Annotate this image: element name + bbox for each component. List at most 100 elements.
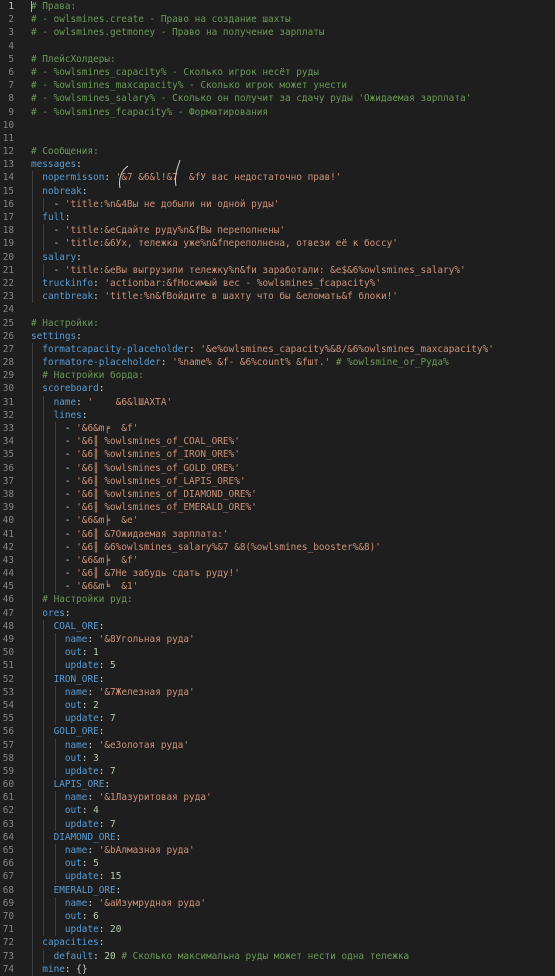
code-line[interactable]: 7 # - %owlsmines_maxcapacity% - Сколько и… xyxy=(0,79,555,92)
code-line[interactable]: 33 - '&6&m╒ &f' xyxy=(0,422,555,436)
code-line[interactable]: 57 name: '&eЗолотая руда' xyxy=(0,738,555,752)
code-line[interactable]: 66 out: 5 xyxy=(0,857,555,871)
code-line[interactable]: 50 out: 1 xyxy=(0,646,555,660)
line-content: scoreboard: xyxy=(31,382,104,395)
code-line[interactable]: 59 update: 7 xyxy=(0,764,555,779)
code-line[interactable]: 24 xyxy=(0,303,555,316)
code-line[interactable]: 28 formatore-placeholder: '%name% &f- &6… xyxy=(0,356,555,370)
code-line[interactable]: 48 COAL_ORE: xyxy=(0,619,555,633)
code-line[interactable]: 34 - '&6║ %owlsmines_of_COAL_ORE%' xyxy=(0,435,555,449)
code-line[interactable]: 55 update: 7 xyxy=(0,712,555,726)
code-line[interactable]: 1 # Права: xyxy=(0,0,555,13)
code-line[interactable]: 20 salary: xyxy=(0,250,555,264)
line-content: update: 15 xyxy=(31,870,121,883)
token: scoreboard xyxy=(42,383,99,395)
code-line[interactable]: 8 # - %owlsmines_salary% - Сколько он пол… xyxy=(0,92,555,105)
code-line[interactable]: 65 name: '&bАлмазная руда' xyxy=(0,844,555,858)
code-line[interactable]: 13 messages: xyxy=(0,158,555,171)
code-line[interactable]: 43 - '&6&m╞ &f' xyxy=(0,553,555,568)
code-line[interactable]: 44 - '&6║ &7Не забудь сдать руду!' xyxy=(0,567,555,581)
code-line[interactable]: 27 formatcapacity-placeholder: '&e%owlsm… xyxy=(0,342,555,357)
code-line[interactable]: 11 xyxy=(0,132,555,145)
code-line[interactable]: 4 xyxy=(0,40,555,53)
code-line[interactable]: 67 update: 15 xyxy=(0,870,555,884)
token: : xyxy=(81,647,94,659)
code-line[interactable]: 36 - '&6║ %owlsmines_of_GOLD_ORE%' xyxy=(0,461,555,475)
code-line[interactable]: 25 # Настройки: xyxy=(0,317,555,330)
line-content: - '&6║ %owlsmines_of_COAL_ORE%' xyxy=(31,435,240,448)
code-line[interactable]: 16 - 'title:%n&4Вы не добыли ни одной ру… xyxy=(0,197,555,211)
code-line[interactable]: 39 - '&6║ %owlsmines_of_EMERALD_ORE%' xyxy=(0,501,555,515)
token: '&e%owlsmines_capacity%&8/&6%owlsmines_m… xyxy=(200,343,494,355)
code-line[interactable]: 47 ores: xyxy=(0,606,555,620)
line-number: 13 xyxy=(2,159,14,171)
code-line[interactable]: 40 - '&6&m╞ &e' xyxy=(0,514,555,528)
line-number: 52 xyxy=(2,673,14,685)
code-line[interactable]: 32 lines: xyxy=(0,408,555,422)
code-line[interactable]: 42 - '&6║ &6%owlsmines_salary%&7 &8(%owl… xyxy=(0,540,555,554)
code-line[interactable]: 2 # - owlsmines.create - Право на создани… xyxy=(0,13,555,26)
token: : xyxy=(87,686,99,698)
code-line[interactable]: 72 capacities: xyxy=(0,936,555,950)
code-line[interactable]: 62 out: 4 xyxy=(0,804,555,818)
code-line[interactable]: 53 name: '&7Железная руда' xyxy=(0,685,555,699)
code-line[interactable]: 71 update: 20 xyxy=(0,923,555,937)
code-line[interactable]: 19 - 'title:&6Ух, тележка уже%n&fперепол… xyxy=(0,237,555,251)
code-line[interactable]: 35 - '&6║ %owlsmines_of_IRON_ORE%' xyxy=(0,448,555,462)
token: # Настройки: xyxy=(31,317,99,329)
code-line[interactable]: 70 out: 6 xyxy=(0,909,555,924)
code-line[interactable]: 69 name: '&aИзумрудная руда' xyxy=(0,896,555,910)
code-line[interactable]: 5 # ПлейсХолдеры: xyxy=(0,53,555,66)
line-content: IRON_ORE: xyxy=(31,673,105,686)
token: '&6║ &6%owlsmines_salary%&7 &8(%owlsmine… xyxy=(76,541,381,553)
code-editor[interactable]: 1 # Права: 2 # - owlsmines.create - Право н… xyxy=(0,0,555,976)
code-line[interactable]: 64 DIAMOND_ORE: xyxy=(0,830,555,844)
code-line[interactable]: 54 out: 2 xyxy=(0,698,555,713)
line-content: # - owlsmines.create - Право на создание… xyxy=(31,13,291,26)
code-line[interactable]: 56 GOLD_ORE: xyxy=(0,725,555,739)
code-line[interactable]: 22 truckinfo: 'actionbar:&fНосимый вес -… xyxy=(0,276,555,291)
code-line[interactable]: 12 # Сообщения: xyxy=(0,145,555,158)
code-line[interactable]: 26 settings: xyxy=(0,330,555,343)
code-line[interactable]: 23 cantbreak: 'title:%n&fВойдите в шахту… xyxy=(0,290,555,304)
code-line[interactable]: 6 # - %owlsmines_capacity% - Сколько игро… xyxy=(0,66,555,79)
line-content: - '&6║ %owlsmines_of_EMERALD_ORE%' xyxy=(31,501,257,514)
code-line[interactable]: 68 EMERALD_ORE: xyxy=(0,883,555,897)
token: - xyxy=(31,581,77,593)
code-line[interactable]: 60 LAPIS_ORE: xyxy=(0,778,555,792)
token: name xyxy=(53,396,77,408)
code-line[interactable]: 41 - '&6║ &7Ожидаемая зарплата:' xyxy=(0,527,555,541)
token: : xyxy=(98,713,111,725)
code-line[interactable]: 38 - '&6║ %owlsmines_of_DIAMOND_ORE%' xyxy=(0,487,555,502)
code-line[interactable]: 17 full: xyxy=(0,211,555,225)
code-line[interactable]: 18 - 'title:&eСдайте руду%n&fВы переполн… xyxy=(0,224,555,238)
code-line[interactable]: 31 name: ' &6&lШАХТА' xyxy=(0,395,555,409)
code-line[interactable]: 29 # Настройки борда: xyxy=(0,369,555,383)
code-line[interactable]: 15 nobreak: xyxy=(0,184,555,198)
line-content: - 'title:&eВы выгрузили тележку%n&fи зар… xyxy=(31,264,466,277)
code-line[interactable]: 3 # - owlsmines.getmoney - Право на получ… xyxy=(0,26,555,39)
code-line[interactable]: 21 - 'title:&eВы выгрузили тележку%n&fи … xyxy=(0,263,555,277)
code-line[interactable]: 9 # - %owlsmines_fcapacity% - Форматирова… xyxy=(0,106,555,119)
code-line[interactable]: 14 nopermisson: '&7 &6&l!&7 &fУ вас недо… xyxy=(0,171,555,185)
code-line[interactable]: 30 scoreboard: xyxy=(0,382,555,396)
token: : xyxy=(76,330,82,342)
code-line[interactable]: 45 - '&6&m╘ &1' xyxy=(0,580,555,594)
code-line[interactable]: 63 update: 7 xyxy=(0,817,555,831)
code-line[interactable]: 49 name: '&8Угольная руда' xyxy=(0,633,555,647)
code-line[interactable]: 51 update: 5 xyxy=(0,659,555,673)
code-line[interactable]: 73 default: 20 # Сколько максимальна руд… xyxy=(0,949,555,963)
code-line[interactable]: 61 name: '&1Лазуритовая руда' xyxy=(0,791,555,805)
code-line[interactable]: 52 IRON_ORE: xyxy=(0,672,555,686)
code-line[interactable]: 10 xyxy=(0,119,555,132)
code-line[interactable]: 58 out: 3 xyxy=(0,751,555,765)
token: name xyxy=(64,792,88,804)
code-line[interactable]: 37 - '&6║ %owlsmines_of_LAPIS_ORE%' xyxy=(0,474,555,488)
line-number: 29 xyxy=(2,370,14,382)
line-content: name: '&7Железная руда' xyxy=(31,686,195,699)
code-line[interactable]: 46 # Настройки руд: xyxy=(0,593,555,607)
